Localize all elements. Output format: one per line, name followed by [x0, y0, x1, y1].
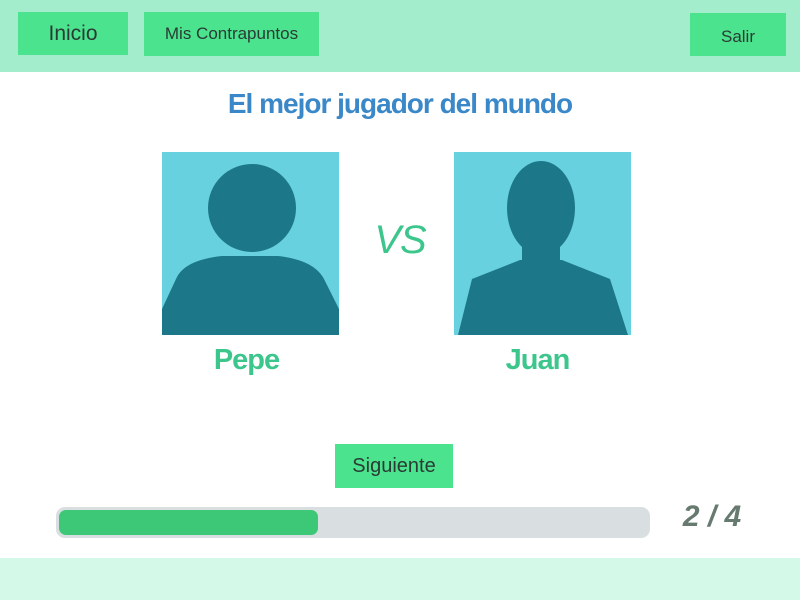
versus-label: VS: [374, 218, 426, 262]
siguiente-button[interactable]: Siguiente: [335, 444, 453, 488]
footer-bar: [0, 558, 800, 600]
player-name-pepe: Pepe: [213, 344, 280, 376]
top-nav-bar: Inicio Mis Contrapuntos Salir: [0, 0, 800, 72]
player-name-juan: Juan: [505, 344, 571, 376]
page-title: El mejor jugador del mundo: [227, 88, 573, 119]
inicio-button[interactable]: Inicio: [18, 12, 128, 55]
user-avatar-icon: [162, 164, 339, 335]
player-avatar-pepe[interactable]: [162, 152, 339, 335]
salir-button[interactable]: Salir: [690, 13, 786, 56]
mis-contrapuntos-button[interactable]: Mis Contrapuntos: [144, 12, 319, 56]
player-avatar-juan[interactable]: [454, 152, 631, 335]
user-avatar-icon: [458, 161, 628, 335]
progress-counter: 2 / 4: [682, 500, 742, 533]
progress-bar-fill: [59, 510, 318, 535]
progress-bar: [56, 507, 650, 538]
